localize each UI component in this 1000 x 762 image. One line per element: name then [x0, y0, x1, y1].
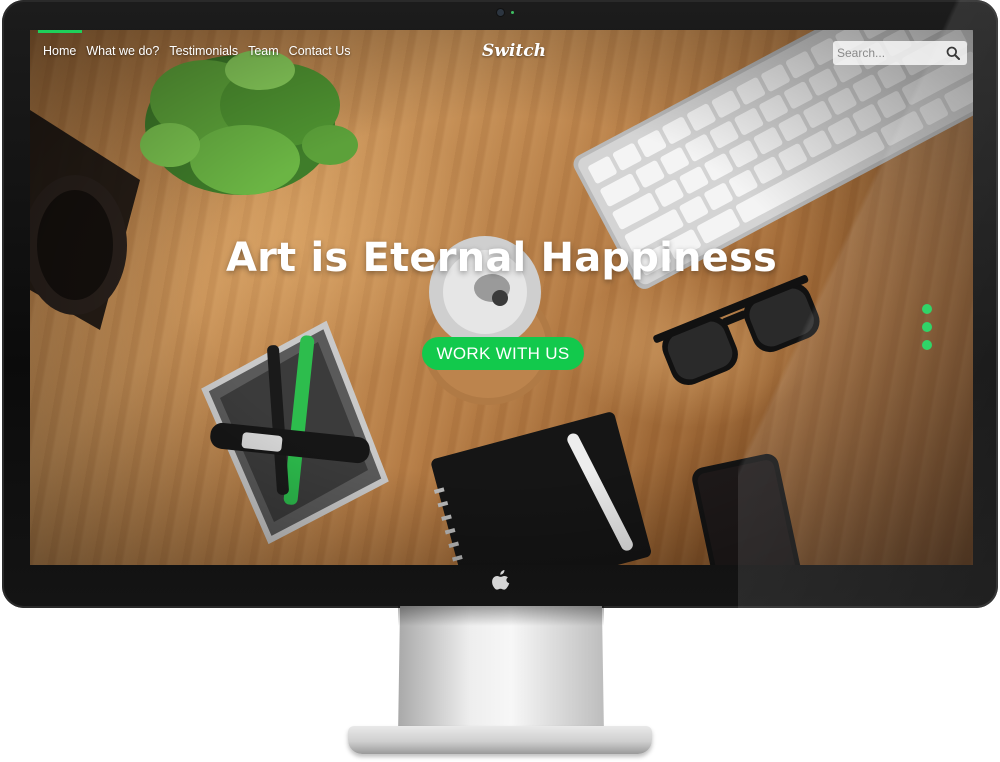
- search-box: [833, 41, 967, 65]
- monitor-stand-base: [348, 726, 652, 754]
- camera-led-icon: [511, 11, 514, 14]
- top-navbar: Home What we do? Testimonials Team Conta…: [30, 30, 973, 76]
- nav-item-what-we-do[interactable]: What we do?: [86, 44, 159, 58]
- nav-item-contact-us[interactable]: Contact Us: [289, 44, 351, 58]
- apple-logo-icon: [490, 570, 512, 594]
- website-screen: Home What we do? Testimonials Team Conta…: [30, 30, 973, 565]
- slider-dot-1[interactable]: [922, 304, 932, 314]
- slider-dot-3[interactable]: [922, 340, 932, 350]
- search-input[interactable]: [833, 42, 941, 64]
- search-icon[interactable]: [941, 41, 965, 65]
- nav-item-testimonials[interactable]: Testimonials: [169, 44, 238, 58]
- camera-icon: [497, 9, 504, 16]
- monitor-stand-shadow: [398, 606, 604, 626]
- nav-item-home[interactable]: Home: [43, 44, 76, 58]
- slider-dot-2[interactable]: [922, 322, 932, 332]
- slider-pagination: [922, 304, 932, 350]
- work-with-us-button[interactable]: WORK WITH US: [422, 337, 584, 370]
- hero-title: Art is Eternal Happiness: [225, 235, 778, 281]
- photo-vignette: [30, 30, 973, 565]
- nav-active-indicator: [38, 30, 82, 33]
- monitor-bezel: Home What we do? Testimonials Team Conta…: [2, 0, 998, 608]
- monitor-mockup: Home What we do? Testimonials Team Conta…: [0, 0, 1000, 762]
- nav-item-team[interactable]: Team: [248, 44, 279, 58]
- nav-links: Home What we do? Testimonials Team Conta…: [43, 44, 351, 58]
- brand-logo[interactable]: Switch: [482, 41, 546, 61]
